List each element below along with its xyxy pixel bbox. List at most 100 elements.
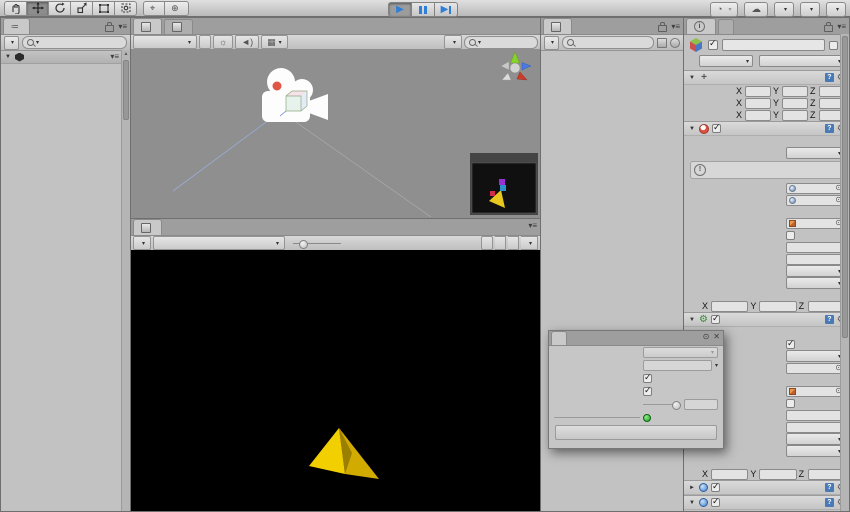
game-viewport[interactable] <box>131 250 540 511</box>
transform-tool-button[interactable] <box>115 0 137 16</box>
foldout-icon[interactable]: ▼ <box>4 54 12 60</box>
help-icon[interactable]: ? <box>824 498 834 507</box>
rotation-y-field[interactable] <box>782 97 808 109</box>
half-extents-x-field[interactable] <box>711 468 749 480</box>
static-checkbox[interactable] <box>828 40 838 50</box>
physics-layer-dropdown[interactable]: ▾ <box>786 350 845 362</box>
spatial-mapping-collider-header[interactable]: ▼ ⚙ ?⚙ <box>684 312 849 327</box>
removal-update-count-field[interactable] <box>786 253 845 265</box>
pane-menu-icon[interactable]: ▾≡ <box>671 22 680 31</box>
help-icon[interactable]: ? <box>824 124 834 133</box>
scene-gizmos-dropdown[interactable]: ▾ <box>443 35 462 49</box>
orientation-gizmo[interactable] <box>500 51 532 81</box>
pane-menu-icon[interactable]: ▾≡ <box>118 22 127 31</box>
draw-mode-dropdown[interactable]: ▾ <box>133 35 197 49</box>
stats-button[interactable] <box>507 236 519 250</box>
inspector-scrollbar[interactable] <box>840 34 849 511</box>
spatial-mapping-script-header[interactable]: ▼ ?⚙ <box>684 495 849 510</box>
layers-dropdown[interactable]: ▾ <box>799 2 820 17</box>
bounding-volume-dropdown[interactable]: ▾ <box>786 277 845 289</box>
help-icon[interactable]: ? <box>824 315 834 324</box>
render-state-dropdown[interactable]: ▾ <box>786 147 845 159</box>
time-between-updates-field[interactable] <box>786 409 845 421</box>
scroll-up-icon[interactable]: ▲ <box>122 50 130 58</box>
effects-dropdown[interactable]: ▦ ▾ <box>261 35 288 49</box>
scale-slider-knob[interactable] <box>299 239 309 249</box>
lock-icon[interactable] <box>658 22 668 32</box>
foldout-icon[interactable]: ▼ <box>688 126 696 132</box>
freeze-updates-checkbox[interactable] <box>786 398 795 408</box>
position-x-field[interactable] <box>745 85 771 97</box>
physic-material-field[interactable]: ⊙ <box>786 362 845 374</box>
remote-machine-field[interactable] <box>643 360 712 371</box>
camera-gizmo-icon[interactable] <box>172 68 432 218</box>
time-between-updates-field[interactable] <box>786 241 845 253</box>
scrollbar-thumb[interactable] <box>123 60 129 120</box>
scale-y-field[interactable] <box>782 109 808 121</box>
collider-enabled-checkbox[interactable] <box>710 313 720 324</box>
display-dropdown[interactable]: ▾ <box>133 236 152 250</box>
bitrate-slider[interactable] <box>643 401 681 410</box>
gameobject-enabled-checkbox[interactable] <box>708 38 718 50</box>
disconnect-button[interactable] <box>555 425 717 440</box>
foldout-icon[interactable]: ▼ <box>688 317 696 323</box>
renderer-enabled-checkbox[interactable] <box>712 122 721 133</box>
scale-tool-button[interactable] <box>71 0 93 16</box>
transform-header[interactable]: ▼ + ?⚙ <box>684 70 849 85</box>
bitrate-slider-knob[interactable] <box>672 401 681 410</box>
mute-audio-button[interactable] <box>494 236 506 250</box>
window-options-icon[interactable]: ⊙ <box>703 333 710 341</box>
emulation-mode-dropdown[interactable]: ▾ <box>643 347 718 358</box>
foldout-icon[interactable]: ▼ <box>688 500 696 506</box>
foldout-icon[interactable]: ▼ <box>688 75 696 81</box>
bounding-volume-dropdown[interactable]: ▾ <box>786 445 845 457</box>
lock-icon[interactable] <box>824 22 834 32</box>
tab-hierarchy[interactable]: ≔ <box>3 18 30 34</box>
gameobject-name-field[interactable] <box>722 39 825 51</box>
pane-menu-icon[interactable]: ▾≡ <box>837 22 846 31</box>
project-create-dropdown[interactable]: ▾ <box>544 35 560 50</box>
bitrate-value-field[interactable] <box>684 399 718 410</box>
script-field[interactable]: ⊙ <box>786 510 845 511</box>
audio-toggle-button[interactable]: ◄) <box>235 35 260 49</box>
half-extents-y-field[interactable] <box>759 300 797 312</box>
tab-holographic[interactable] <box>551 331 567 345</box>
removal-update-count-field[interactable] <box>786 421 845 433</box>
aspect-dropdown[interactable]: ▾ <box>153 236 286 250</box>
hand-tool-button[interactable] <box>4 0 27 16</box>
close-icon[interactable]: ✕ <box>713 333 720 341</box>
remote-machine-dropdown-icon[interactable]: ▾ <box>715 362 718 369</box>
hierarchy-search-input[interactable]: ▾ <box>22 36 127 49</box>
level-of-detail-dropdown[interactable]: ▾ <box>786 265 845 277</box>
surface-parent-field[interactable]: ⊙ <box>786 385 845 397</box>
scene-menu-icon[interactable]: ▾≡ <box>110 53 119 61</box>
enable-audio-checkbox[interactable] <box>643 385 652 396</box>
help-icon[interactable]: ? <box>824 73 834 82</box>
lock-icon[interactable] <box>105 22 115 32</box>
favorites-icon[interactable] <box>670 37 680 48</box>
foldout-icon[interactable]: ► <box>688 485 696 491</box>
spawner-enabled-checkbox[interactable] <box>711 481 720 492</box>
hierarchy-scrollbar[interactable]: ▲ <box>121 50 130 511</box>
scrollbar-thumb[interactable] <box>842 36 848 338</box>
enable-video-checkbox[interactable] <box>643 372 652 383</box>
tag-dropdown[interactable]: ▾ <box>699 55 753 67</box>
2d-toggle-button[interactable] <box>199 35 211 49</box>
layout-dropdown[interactable]: ▾ <box>825 2 846 17</box>
level-of-detail-dropdown[interactable]: ▾ <box>786 433 845 445</box>
tab-project[interactable] <box>543 18 572 34</box>
tab-inspector[interactable]: i <box>686 18 716 34</box>
rotation-x-field[interactable] <box>745 97 771 109</box>
pane-menu-icon[interactable]: ▾≡ <box>528 222 537 230</box>
tab-asset-store[interactable] <box>164 19 193 34</box>
position-y-field[interactable] <box>782 85 808 97</box>
move-tool-button[interactable] <box>27 0 49 16</box>
layer-dropdown[interactable]: ▾ <box>759 55 845 67</box>
collab-dropdown[interactable]: ◔ ▾ <box>710 2 739 17</box>
game-gizmos-dropdown[interactable]: ▾ <box>520 236 538 250</box>
column-view-icon[interactable] <box>657 37 667 48</box>
tab-services[interactable] <box>718 19 734 34</box>
spatial-mapping-renderer-header[interactable]: ▼ ?⚙ <box>684 121 849 136</box>
help-icon[interactable]: ? <box>824 483 834 492</box>
rotate-tool-button[interactable] <box>49 0 71 16</box>
